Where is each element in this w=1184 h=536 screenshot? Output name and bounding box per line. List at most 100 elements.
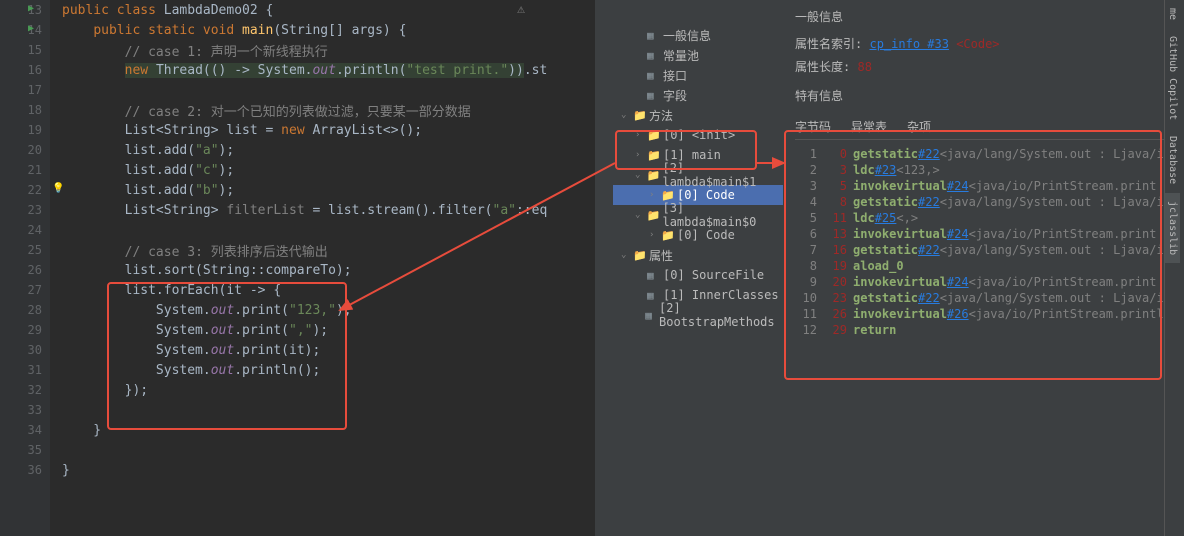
tree-label: 方法 [649,107,673,124]
constant-pool-link[interactable]: #22 [918,147,940,161]
tree-label: [0] Code [677,228,735,242]
side-tab[interactable]: jclasslib [1165,193,1180,263]
tree-item[interactable]: ▦常量池 [613,45,783,65]
chevron-icon[interactable]: ⌄ [621,250,633,260]
tab[interactable]: 字节码 [795,118,831,135]
line-number: 20 [0,140,50,160]
code-area[interactable]: public class LambdaDemo02 { public stati… [50,0,595,480]
tree-item[interactable]: ▦一般信息 [613,25,783,45]
tree-item[interactable]: ⌄📁[3] lambda$main$0 [613,205,783,225]
tab[interactable]: 杂项 [907,118,931,135]
code-line[interactable]: list.add("a"); [50,140,595,160]
run-gutter-icon[interactable]: ▶ [28,23,34,34]
code-line[interactable] [50,440,595,460]
chevron-icon[interactable]: › [635,150,647,160]
bytecode-line: 48getstatic #22 <java/lang/System.out : … [795,194,1172,210]
folder-icon: 📁 [647,149,663,162]
folder-icon: 📁 [661,229,677,242]
attr-len-value: 88 [857,60,871,74]
tree-item[interactable]: ▦接口 [613,65,783,85]
constant-pool-link[interactable]: #22 [918,195,940,209]
folder-icon: ▦ [647,69,663,82]
code-line[interactable]: list.sort(String::compareTo); [50,260,595,280]
code-line[interactable]: new Thread(() -> System.out.println("tes… [50,60,595,80]
chevron-icon[interactable]: › [649,190,661,200]
code-line[interactable]: System.out.print(","); [50,320,595,340]
class-tree[interactable]: ▦一般信息▦常量池▦接口▦字段⌄📁方法›📁[0] <init>›📁[1] mai… [613,0,783,536]
bytecode-listing[interactable]: 10getstatic #22 <java/lang/System.out : … [795,146,1172,338]
constant-pool-link[interactable]: #22 [918,291,940,305]
bulb-icon[interactable]: 💡 [52,183,64,194]
tree-item[interactable]: ▦字段 [613,85,783,105]
tree-label: [3] lambda$main$0 [662,201,783,229]
side-tab[interactable]: GitHub Copilot [1165,28,1180,128]
constant-pool-link[interactable]: #22 [918,243,940,257]
code-line[interactable]: List<String> filterList = list.stream().… [50,200,595,220]
side-tool-tabs: meGitHub CopilotDatabasejclasslib [1164,0,1184,536]
attr-name-label: 属性名索引: [795,37,862,51]
folder-icon: 📁 [633,249,649,262]
folder-icon: ▦ [647,29,663,42]
code-line[interactable]: System.out.println(); [50,360,595,380]
panel-divider[interactable] [595,0,613,536]
line-number: 14▶ [0,20,50,40]
constant-pool-link[interactable]: #26 [947,307,969,321]
code-line[interactable]: List<String> list = new ArrayList<>(); [50,120,595,140]
tree-label: [0] <init> [663,128,735,142]
code-line[interactable]: } [50,420,595,440]
constant-pool-link[interactable]: #24 [947,275,969,289]
run-gutter-icon[interactable]: ▶ [28,3,34,14]
bytecode-tabs: 字节码 异常表 杂项 [795,118,1172,140]
tree-item[interactable]: ⌄📁属性 [613,245,783,265]
line-number: 33 [0,400,50,420]
line-number: 25 [0,240,50,260]
bytecode-line: 10getstatic #22 <java/lang/System.out : … [795,146,1172,162]
tree-item[interactable]: ⌄📁[2] lambda$main$1 [613,165,783,185]
code-line[interactable]: // case 1: 声明一个新线程执行 [50,40,595,60]
side-tab[interactable]: Database [1165,128,1180,192]
code-line[interactable]: } [50,460,595,480]
code-line[interactable]: // case 2: 对一个已知的列表做过滤，只要某一部分数据 [50,100,595,120]
tree-item[interactable]: ▦[0] SourceFile [613,265,783,285]
tab[interactable]: 异常表 [851,118,887,135]
constant-pool-link[interactable]: #24 [947,227,969,241]
chevron-icon[interactable]: ⌄ [635,170,647,180]
code-line[interactable]: System.out.print("123,"); [50,300,595,320]
constant-pool-link[interactable]: #24 [947,179,969,193]
code-line[interactable]: public class LambdaDemo02 { [50,0,595,20]
line-number: 24 [0,220,50,240]
code-editor[interactable]: 13▶14▶1516171819202122💡23242526272829303… [0,0,595,536]
code-line[interactable]: list.add("c"); [50,160,595,180]
tree-label: 属性 [649,247,673,264]
code-line[interactable] [50,400,595,420]
chevron-icon[interactable]: › [635,130,647,140]
folder-icon: ▦ [645,309,659,322]
code-line[interactable]: list.forEach(it -> { [50,280,595,300]
code-line[interactable]: // case 3: 列表排序后迭代输出 [50,240,595,260]
code-line[interactable] [50,80,595,100]
constant-pool-link[interactable]: #23 [875,163,897,177]
folder-icon: 📁 [647,209,663,222]
code-line[interactable]: public static void main(String[] args) { [50,20,595,40]
chevron-icon[interactable]: › [649,230,661,240]
code-line[interactable]: }); [50,380,595,400]
tree-item[interactable]: ⌄📁方法 [613,105,783,125]
folder-icon: ▦ [647,289,663,302]
code-line[interactable]: list.add("b"); [50,180,595,200]
side-tab[interactable]: me [1165,0,1180,28]
tree-item[interactable]: ›📁[0] <init> [613,125,783,145]
constant-pool-link[interactable]: #25 [875,211,897,225]
chevron-icon[interactable]: ⌄ [621,110,633,120]
gutter: 13▶14▶1516171819202122💡23242526272829303… [0,0,50,536]
spec-label: 特有信息 [795,89,843,103]
line-number: 19 [0,120,50,140]
tree-label: 字段 [663,87,687,104]
bytecode-line: 511ldc #25 <,> [795,210,1172,226]
code-line[interactable]: System.out.print(it); [50,340,595,360]
tree-item[interactable]: ▦[2] BootstrapMethods [613,305,783,325]
code-line[interactable] [50,220,595,240]
attr-name-link[interactable]: cp_info #33 [869,37,948,51]
tree-label: 常量池 [663,47,699,64]
chevron-icon[interactable]: ⌄ [635,210,647,220]
line-number: 17 [0,80,50,100]
